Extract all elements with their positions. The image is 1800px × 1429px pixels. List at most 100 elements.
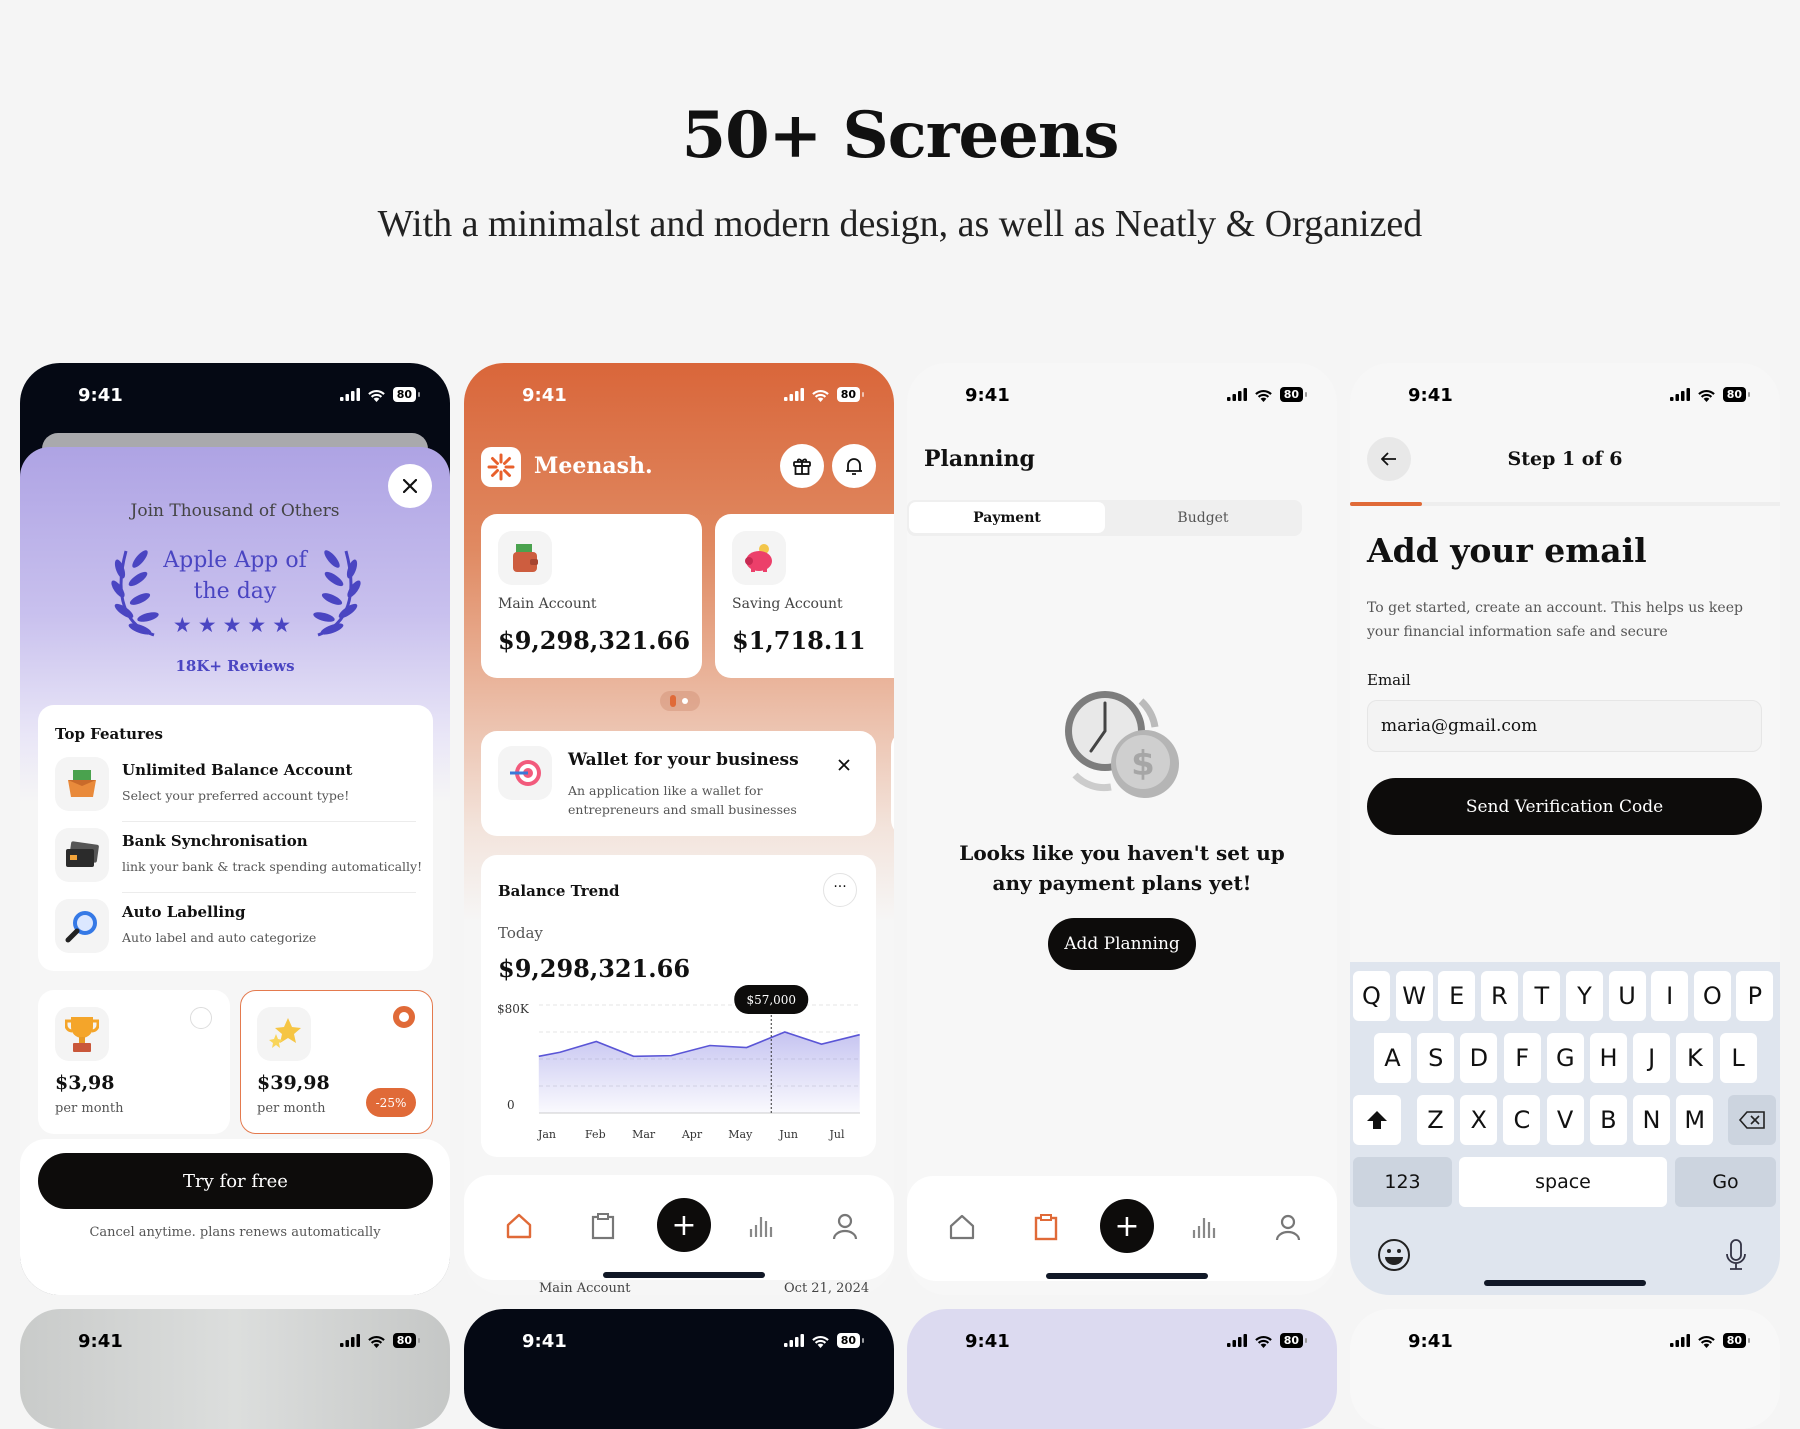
nav-profile-icon[interactable] — [1273, 1212, 1303, 1242]
tab-payment[interactable]: Payment — [909, 502, 1105, 533]
microphone-icon[interactable] — [1725, 1238, 1747, 1272]
key-z[interactable]: Z — [1417, 1095, 1454, 1145]
status-time: 9:41 — [1408, 383, 1453, 409]
key-m[interactable]: M — [1676, 1095, 1713, 1145]
desc-line-2: your financial information safe and secu… — [1367, 620, 1743, 644]
key-v[interactable]: V — [1547, 1095, 1584, 1145]
nav-profile-icon[interactable] — [830, 1211, 860, 1241]
plan-card-monthly[interactable]: $3,98 per month — [38, 990, 230, 1134]
key-r[interactable]: R — [1481, 971, 1518, 1021]
key-h[interactable]: H — [1590, 1033, 1627, 1083]
key-y[interactable]: Y — [1566, 971, 1603, 1021]
try-free-button[interactable]: Try for free — [38, 1153, 433, 1209]
rating-stars: ★★★★★ — [20, 613, 450, 637]
pager-dots[interactable] — [660, 691, 700, 711]
nav-home-icon[interactable] — [947, 1212, 977, 1242]
bell-icon — [844, 456, 864, 476]
promo-card[interactable]: Wallet for your business An application … — [481, 731, 876, 836]
phone-preview-3: 9:41 80 — [907, 1309, 1337, 1429]
battery-icon: 80 — [1723, 387, 1746, 402]
key-p[interactable]: P — [1736, 971, 1773, 1021]
discount-badge: -25% — [366, 1088, 416, 1117]
signal-icon — [784, 388, 804, 401]
nav-stats-icon[interactable] — [1189, 1212, 1219, 1242]
clock-money-illustration: $ — [1055, 689, 1189, 801]
key-o[interactable]: O — [1694, 971, 1731, 1021]
send-code-button[interactable]: Send Verification Code — [1367, 778, 1762, 835]
backspace-key[interactable] — [1728, 1095, 1776, 1145]
feature-subtitle: Select your preferred account type! — [122, 788, 349, 803]
page-title: Add your email — [1367, 531, 1647, 570]
balance-trend-chart[interactable]: $57,000$80K0JanFebMarAprMayJunJul — [464, 983, 894, 1153]
plan-card-yearly[interactable]: $39,98 per month -25% — [240, 990, 433, 1134]
plan-radio-selected[interactable] — [393, 1006, 415, 1028]
key-e[interactable]: E — [1438, 971, 1475, 1021]
space-key[interactable]: space — [1459, 1157, 1667, 1207]
nav-stats-icon[interactable] — [746, 1211, 776, 1241]
gift-icon — [792, 456, 812, 476]
gift-button[interactable] — [780, 444, 824, 488]
key-i[interactable]: I — [1651, 971, 1688, 1021]
emoji-icon[interactable] — [1377, 1238, 1411, 1272]
x-tick-label: Jul — [828, 1128, 844, 1141]
key-u[interactable]: U — [1609, 971, 1646, 1021]
plan-radio-unselected[interactable] — [190, 1007, 212, 1029]
key-l[interactable]: L — [1720, 1033, 1757, 1083]
key-n[interactable]: N — [1633, 1095, 1670, 1145]
x-tick-label: Feb — [585, 1128, 606, 1141]
plan-price: $39,98 — [257, 1072, 330, 1094]
empty-state-message: Looks like you haven't set up any paymen… — [907, 838, 1337, 898]
key-k[interactable]: K — [1676, 1033, 1713, 1083]
numbers-key[interactable]: 123 — [1353, 1157, 1452, 1207]
key-b[interactable]: B — [1590, 1095, 1627, 1145]
feature-title: Bank Synchronisation — [122, 832, 308, 850]
close-icon — [403, 479, 417, 493]
account-card-saving[interactable]: Saving Account $1,718.11 — [715, 514, 894, 678]
dismiss-promo-icon[interactable] — [838, 759, 850, 771]
credit-cards-icon — [55, 828, 109, 882]
status-bar: 9:41 80 — [20, 383, 450, 409]
tab-budget[interactable]: Budget — [1105, 502, 1301, 533]
bottom-nav: + — [464, 1175, 894, 1280]
key-g[interactable]: G — [1547, 1033, 1584, 1083]
promo-text-line-2: entrepreneurs and small businesses — [568, 800, 797, 819]
more-button[interactable]: ··· — [823, 873, 857, 907]
paywall-footer: Try for free Cancel anytime. plans renew… — [20, 1139, 450, 1295]
wifi-icon — [811, 1334, 830, 1348]
key-c[interactable]: C — [1503, 1095, 1540, 1145]
award-line-1: Apple App of — [20, 545, 450, 576]
key-s[interactable]: S — [1417, 1033, 1454, 1083]
nav-clipboard-icon[interactable] — [588, 1211, 618, 1241]
promo-card-next[interactable] — [891, 731, 894, 836]
key-x[interactable]: X — [1460, 1095, 1497, 1145]
home-indicator — [603, 1272, 765, 1278]
add-planning-button[interactable]: Add Planning — [1048, 918, 1196, 970]
nav-home-icon[interactable] — [504, 1211, 534, 1241]
empty-line-1: Looks like you haven't set up — [907, 838, 1337, 868]
key-j[interactable]: J — [1633, 1033, 1670, 1083]
key-q[interactable]: Q — [1353, 971, 1390, 1021]
key-t[interactable]: T — [1523, 971, 1560, 1021]
battery-icon: 80 — [1723, 1333, 1746, 1348]
add-button[interactable]: + — [657, 1198, 711, 1252]
notifications-button[interactable] — [832, 444, 876, 488]
add-button[interactable]: + — [1100, 1199, 1154, 1253]
account-label: Main Account — [498, 596, 597, 612]
phone-preview-4: 9:41 80 — [1350, 1309, 1780, 1429]
email-input[interactable]: maria@gmail.com — [1367, 700, 1762, 752]
key-d[interactable]: D — [1460, 1033, 1497, 1083]
battery-icon: 80 — [393, 387, 416, 402]
go-key[interactable]: Go — [1675, 1157, 1776, 1207]
account-card-main[interactable]: Main Account $9,298,321.66 — [481, 514, 702, 678]
wifi-icon — [367, 388, 386, 402]
status-time: 9:41 — [965, 383, 1010, 409]
battery-icon: 80 — [837, 387, 860, 402]
key-w[interactable]: W — [1396, 971, 1433, 1021]
key-f[interactable]: F — [1504, 1033, 1541, 1083]
nav-clipboard-icon[interactable] — [1031, 1212, 1061, 1242]
trend-amount: $9,298,321.66 — [498, 954, 690, 983]
feature-item: Bank Synchronisation link your bank & tr… — [38, 828, 433, 892]
shift-key[interactable] — [1353, 1095, 1401, 1145]
key-a[interactable]: A — [1374, 1033, 1411, 1083]
promo-title: Wallet for your business — [568, 750, 799, 770]
